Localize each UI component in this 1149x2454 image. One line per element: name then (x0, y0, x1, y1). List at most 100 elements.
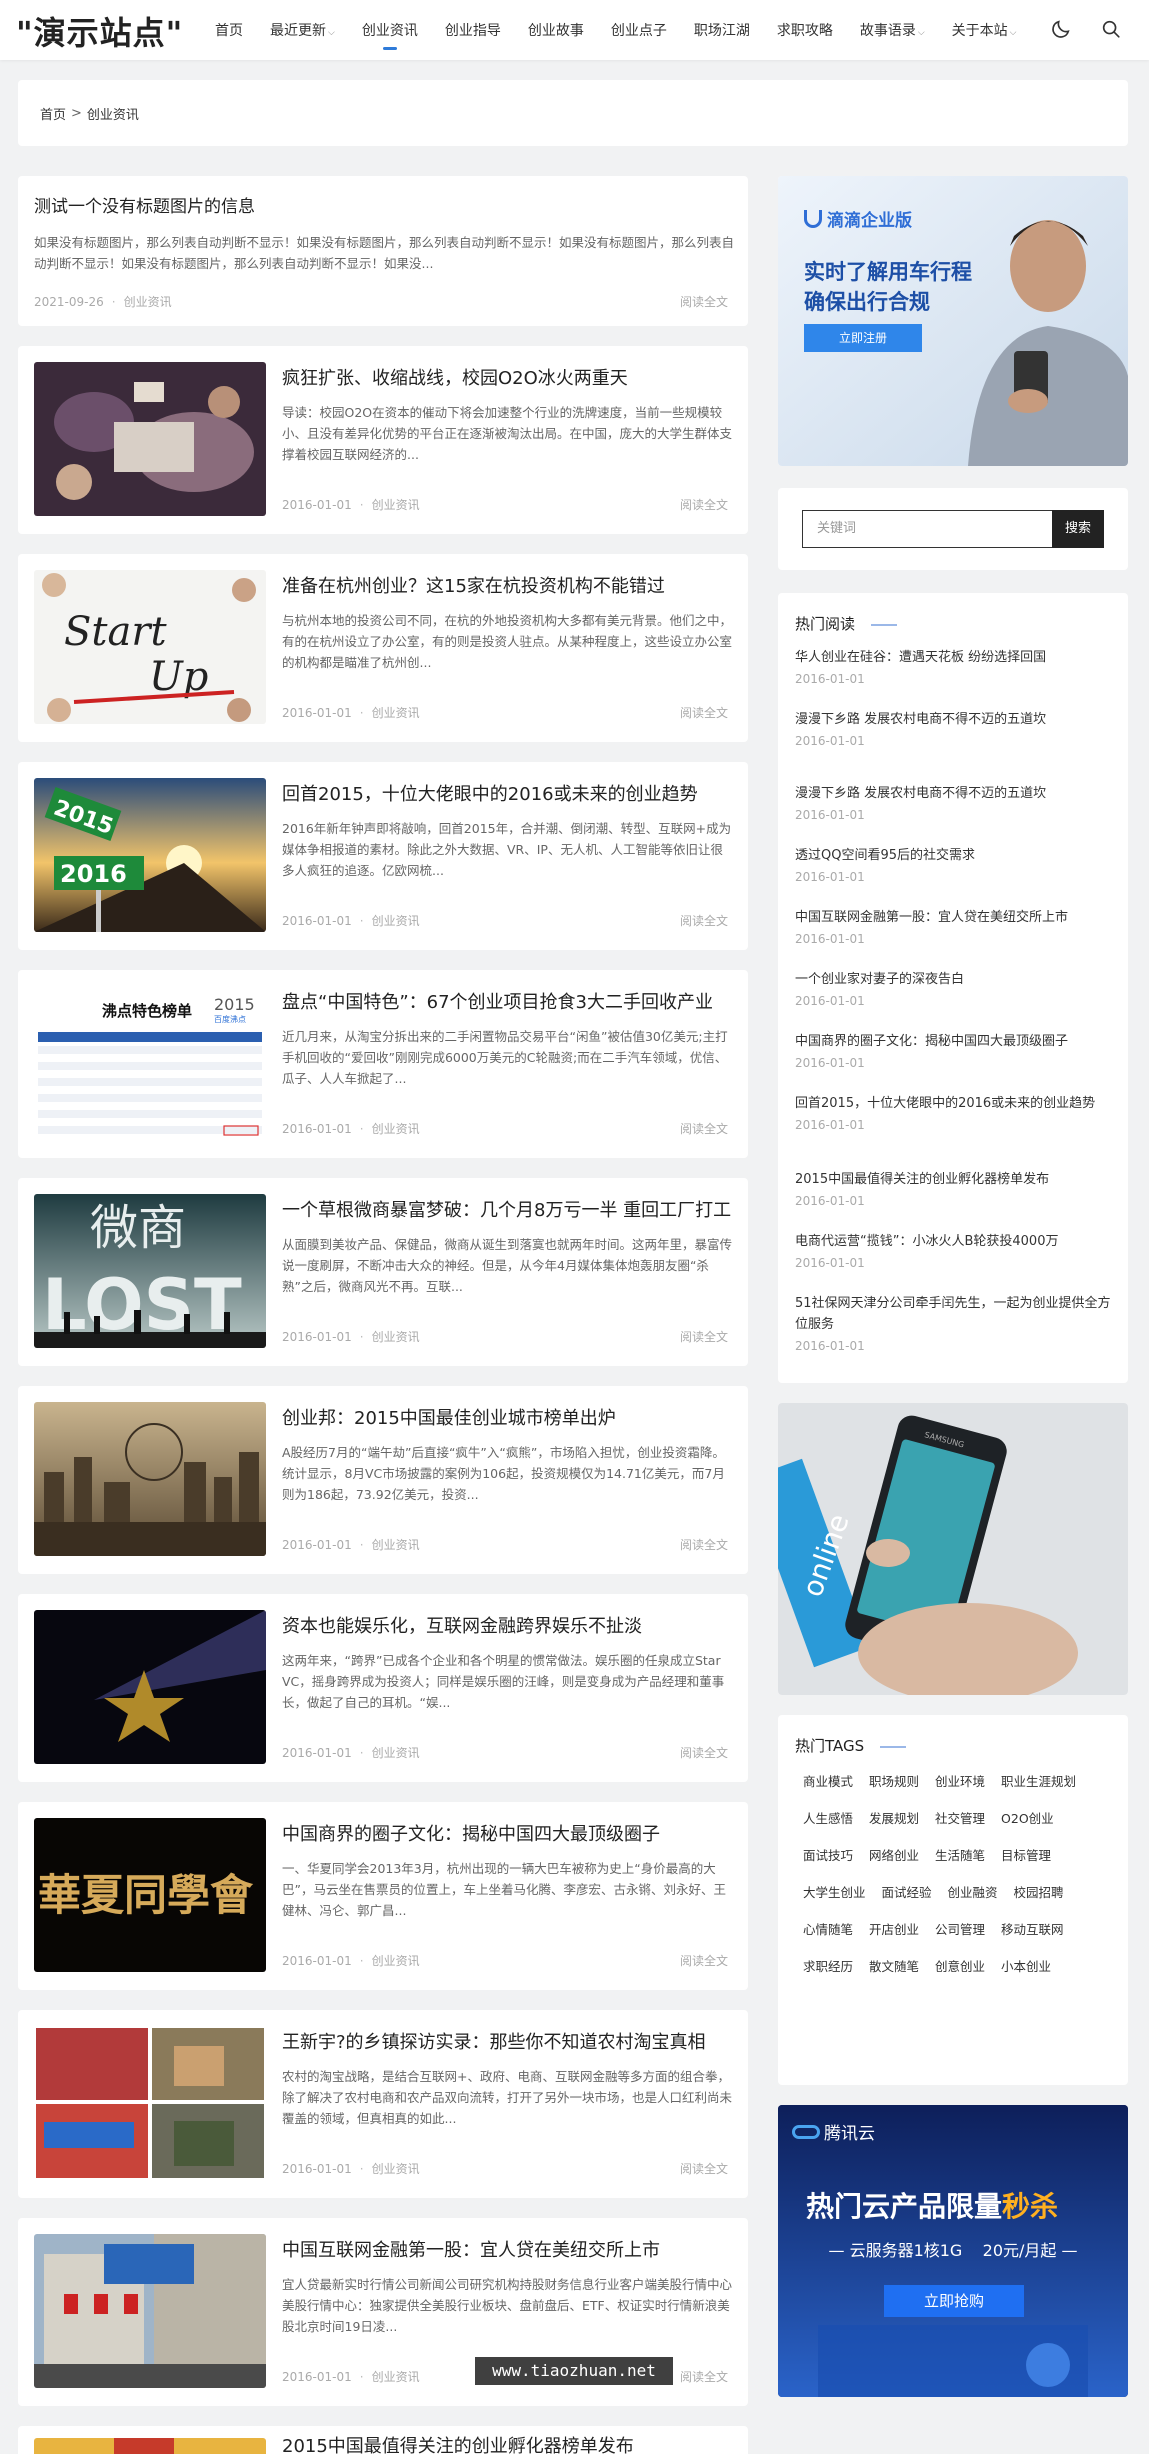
article-category[interactable]: 创业资讯 (372, 914, 420, 928)
hot-item[interactable]: 华人创业在硅谷：遭遇天花板 纷纷选择回国 2016-01-01 (795, 647, 1113, 686)
article-category[interactable]: 创业资讯 (372, 498, 420, 512)
article-title[interactable]: 回首2015，十位大佬眼中的2016或未来的创业趋势 (282, 780, 732, 806)
read-more-link[interactable]: 阅读全文 (680, 1536, 728, 1553)
breadcrumb-current[interactable]: 创业资讯 (87, 104, 139, 123)
nav-item[interactable]: 故事语录 ⌵ (860, 20, 925, 40)
hot-item-title[interactable]: 回首2015，十位大佬眼中的2016或未来的创业趋势 (795, 1093, 1113, 1114)
article-thumbnail[interactable]: 2015 2016 (34, 778, 266, 932)
hot-item[interactable]: 电商代运营“揽钱”：小冰火人B轮获投4000万 2016-01-01 (795, 1231, 1113, 1270)
article-title[interactable]: 创业邦：2015中国最佳创业城市榜单出炉 (282, 1404, 732, 1430)
tag-link[interactable]: 校园招聘 (1006, 1878, 1072, 1905)
hot-item[interactable]: 漫漫下乡路 发展农村电商不得不迈的五道坎 2016-01-01 (795, 783, 1113, 822)
article-thumbnail[interactable]: 沸点特色榜单 2015 百度沸点 (34, 986, 266, 1140)
tag-link[interactable]: 面试技巧 (795, 1841, 861, 1868)
article-thumbnail[interactable] (34, 2438, 266, 2454)
tag-link[interactable]: 商业模式 (795, 1767, 861, 1794)
article-title[interactable]: 测试一个没有标题图片的信息 (34, 192, 255, 217)
article-category[interactable]: 创业资讯 (124, 295, 172, 309)
hot-item-title[interactable]: 中国商界的圈子文化：揭秘中国四大最顶级圈子 (795, 1031, 1113, 1052)
tag-link[interactable]: 创业环境 (927, 1767, 993, 1794)
didi-ad-banner[interactable]: 滴滴企业版 实时了解用车行程 确保出行合规 立即注册 (778, 176, 1128, 466)
hot-item-title[interactable]: 51社保网天津分公司牵手闰先生，一起为创业提供全方位服务 (795, 1293, 1113, 1335)
tag-link[interactable]: 创意创业 (927, 1952, 993, 1979)
article-title[interactable]: 准备在杭州创业？这15家在杭投资机构不能错过 (282, 572, 732, 598)
sidebar-search-input[interactable]: 关键词 (802, 510, 1062, 548)
article-category[interactable]: 创业资讯 (372, 2162, 420, 2176)
hot-item-title[interactable]: 2015中国最值得关注的创业孵化器榜单发布 (795, 1169, 1113, 1190)
read-more-link[interactable]: 阅读全文 (680, 704, 728, 721)
article-thumbnail[interactable] (34, 2234, 266, 2388)
hot-item[interactable]: 透过QQ空间看95后的社交需求 2016-01-01 (795, 845, 1113, 884)
hot-item-title[interactable]: 透过QQ空间看95后的社交需求 (795, 845, 1113, 866)
tag-link[interactable]: 公司管理 (927, 1915, 993, 1942)
tag-link[interactable]: 人生感悟 (795, 1804, 861, 1831)
read-more-link[interactable]: 阅读全文 (680, 293, 728, 310)
read-more-link[interactable]: 阅读全文 (680, 496, 728, 513)
article-category[interactable]: 创业资讯 (372, 2370, 420, 2384)
nav-item[interactable]: 创业故事 (528, 20, 584, 40)
article-title[interactable]: 一个草根微商暴富梦破：几个月8万亏一半 重回工厂打工 (282, 1196, 732, 1222)
hot-item-title[interactable]: 漫漫下乡路 发展农村电商不得不迈的五道坎 (795, 709, 1113, 730)
nav-item[interactable]: 创业点子 (611, 20, 667, 40)
search-icon[interactable] (1100, 18, 1122, 40)
read-more-link[interactable]: 阅读全文 (680, 2368, 728, 2385)
hot-item[interactable]: 漫漫下乡路 发展农村电商不得不迈的五道坎 2016-01-01 (795, 709, 1113, 748)
hot-item[interactable]: 一个创业家对妻子的深夜告白 2016-01-01 (795, 969, 1113, 1008)
tag-link[interactable]: 创业融资 (940, 1878, 1006, 1905)
article-title[interactable]: 中国商界的圈子文化：揭秘中国四大最顶级圈子 (282, 1820, 732, 1846)
nav-item[interactable]: 首页 (215, 20, 243, 40)
article-thumbnail[interactable] (34, 362, 266, 516)
ad-register-button[interactable]: 立即注册 (804, 324, 922, 352)
article-thumbnail[interactable] (34, 1610, 266, 1764)
tag-link[interactable]: 网络创业 (861, 1841, 927, 1868)
article-thumbnail[interactable] (34, 1402, 266, 1556)
hot-item[interactable]: 2015中国最值得关注的创业孵化器榜单发布 2016-01-01 (795, 1169, 1113, 1208)
site-logo[interactable]: "演示站点" (16, 8, 183, 54)
sidebar-search-button[interactable]: 搜索 (1052, 510, 1104, 548)
read-more-link[interactable]: 阅读全文 (680, 1744, 728, 1761)
nav-item[interactable]: 创业资讯 (362, 20, 418, 50)
tag-link[interactable]: 求职经历 (795, 1952, 861, 1979)
article-title[interactable]: 疯狂扩张、收缩战线，校园O2O冰火两重天 (282, 364, 732, 390)
tag-link[interactable]: 发展规划 (861, 1804, 927, 1831)
tag-link[interactable]: O2O创业 (993, 1804, 1062, 1831)
read-more-link[interactable]: 阅读全文 (680, 2160, 728, 2177)
tag-link[interactable]: 职业生涯规划 (993, 1767, 1084, 1794)
breadcrumb-home[interactable]: 首页 (40, 104, 66, 123)
hot-item-title[interactable]: 一个创业家对妻子的深夜告白 (795, 969, 1113, 990)
nav-item[interactable]: 求职攻略 (777, 20, 833, 40)
read-more-link[interactable]: 阅读全文 (680, 912, 728, 929)
article-category[interactable]: 创业资讯 (372, 1954, 420, 1968)
nav-item[interactable]: 最近更新 ⌵ (270, 20, 335, 40)
article-title[interactable]: 资本也能娱乐化，互联网金融跨界娱乐不扯淡 (282, 1612, 732, 1638)
tag-link[interactable]: 职场规则 (861, 1767, 927, 1794)
article-title[interactable]: 中国互联网金融第一股：宜人贷在美纽交所上市 (282, 2236, 732, 2262)
tag-link[interactable]: 心情随笔 (795, 1915, 861, 1942)
hot-item[interactable]: 中国商界的圈子文化：揭秘中国四大最顶级圈子 2016-01-01 (795, 1031, 1113, 1070)
tencent-cloud-ad-banner[interactable]: 腾讯云 热门云产品限量秒杀 — 云服务器1核1G 20元/月起 — 立即抢购 (778, 2105, 1128, 2397)
nav-item[interactable]: 关于本站 ⌵ (952, 20, 1017, 40)
article-title[interactable]: 2015中国最值得关注的创业孵化器榜单发布 (282, 2432, 732, 2454)
article-thumbnail[interactable]: Start Up (34, 570, 266, 724)
article-category[interactable]: 创业资讯 (372, 1330, 420, 1344)
tag-link[interactable]: 社交管理 (927, 1804, 993, 1831)
article-category[interactable]: 创业资讯 (372, 1122, 420, 1136)
hot-item-title[interactable]: 中国互联网金融第一股：宜人贷在美纽交所上市 (795, 907, 1113, 928)
article-category[interactable]: 创业资讯 (372, 1746, 420, 1760)
tag-link[interactable]: 面试经验 (874, 1878, 940, 1905)
tag-link[interactable]: 开店创业 (861, 1915, 927, 1942)
read-more-link[interactable]: 阅读全文 (680, 1120, 728, 1137)
tag-link[interactable]: 移动互联网 (993, 1915, 1072, 1942)
article-category[interactable]: 创业资讯 (372, 706, 420, 720)
nav-item[interactable]: 创业指导 (445, 20, 501, 40)
moon-icon[interactable] (1050, 18, 1072, 40)
read-more-link[interactable]: 阅读全文 (680, 1328, 728, 1345)
article-category[interactable]: 创业资讯 (372, 1538, 420, 1552)
tag-link[interactable]: 散文随笔 (861, 1952, 927, 1979)
nav-item[interactable]: 职场江湖 (694, 20, 750, 40)
hot-item[interactable]: 中国互联网金融第一股：宜人贷在美纽交所上市 2016-01-01 (795, 907, 1113, 946)
tag-link[interactable]: 大学生创业 (795, 1878, 874, 1905)
phone-ad-banner[interactable]: online SAMSUNG (778, 1403, 1128, 1695)
tag-link[interactable]: 小本创业 (993, 1952, 1059, 1979)
article-title[interactable]: 盘点“中国特色”：67个创业项目抢食3大二手回收产业 (282, 988, 732, 1014)
